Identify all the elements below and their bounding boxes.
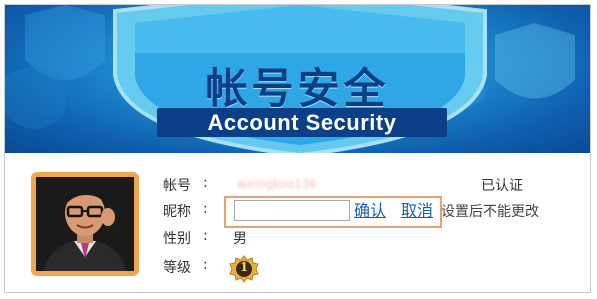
account-security-panel: 帐号安全 Account Security 帐号 : weingkoo136 已… [4, 4, 591, 293]
banner-title-cn: 帐号安全 [205, 64, 390, 113]
level-colon: : [203, 257, 208, 273]
nickname-label: 昵称 [163, 204, 191, 220]
confirm-link[interactable]: 确认 [354, 197, 386, 221]
nickname-input[interactable] [234, 200, 350, 221]
cancel-link[interactable]: 取消 [401, 197, 433, 221]
nickname-hint: 设置后不能更改 [441, 204, 539, 220]
nickname-colon: : [203, 201, 208, 217]
account-label: 帐号 [163, 178, 191, 194]
level-value: 1 [239, 260, 249, 274]
user-avatar [31, 172, 139, 276]
gender-value: 男 [233, 231, 247, 247]
cartoon-man-avatar-icon [36, 177, 134, 271]
account-security-banner: 帐号安全 Account Security [5, 5, 590, 153]
account-colon: : [203, 175, 208, 191]
gender-colon: : [203, 228, 208, 244]
level-label: 等级 [163, 260, 191, 276]
level-badge: 1 [227, 255, 261, 283]
banner-title-en: Account Security [157, 108, 447, 137]
account-status-badge: 已认证 [481, 178, 523, 194]
account-value: weingkoo136 [237, 177, 317, 191]
gender-label: 性别 [163, 231, 191, 247]
